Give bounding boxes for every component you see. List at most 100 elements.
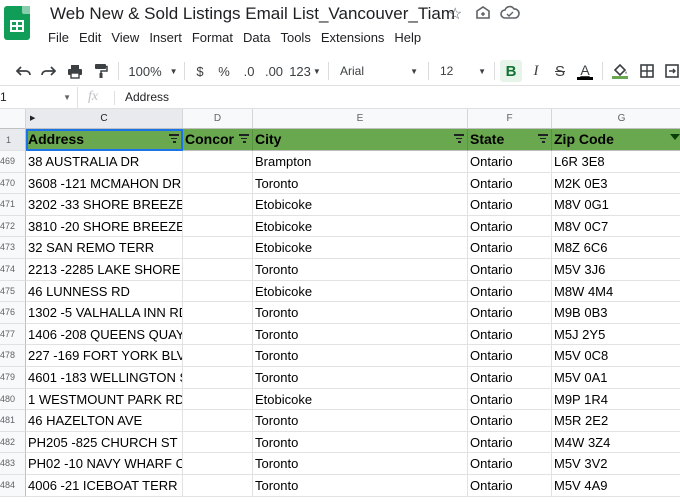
cell-concord[interactable] (183, 237, 253, 259)
cell-zip-code[interactable]: M2K 0E3 (552, 173, 680, 195)
percent-format-button[interactable]: % (214, 60, 234, 82)
menu-file[interactable]: File (48, 30, 77, 45)
formula-input[interactable]: Address (125, 87, 169, 108)
font-size-select[interactable]: 12 ▼ (436, 60, 490, 82)
cell-state[interactable]: Ontario (468, 475, 552, 497)
cell-address[interactable]: 3608 -121 MCMAHON DR (26, 172, 183, 195)
cell-concord[interactable] (183, 388, 253, 411)
row-header[interactable]: 478 (0, 345, 26, 367)
undo-icon[interactable] (14, 60, 34, 82)
cell-zip-code[interactable]: M9B 0B3 (552, 302, 680, 324)
cell-city[interactable]: Brampton (253, 151, 468, 173)
cell-address[interactable]: 1 WESTMOUNT PARK RD (26, 388, 183, 411)
cell-zip-code[interactable]: M8Z 6C6 (552, 237, 680, 259)
row-header[interactable]: 474 (0, 259, 26, 281)
cell-city[interactable]: Etobicoke (253, 237, 468, 259)
menu-data[interactable]: Data (243, 30, 278, 45)
sheets-logo-icon[interactable] (4, 6, 30, 40)
row-header[interactable]: 470 (0, 172, 26, 195)
cell-city[interactable]: Toronto (253, 302, 468, 324)
merge-cells-icon[interactable] (662, 60, 680, 82)
print-icon[interactable] (64, 60, 86, 82)
row-header[interactable]: 475 (0, 280, 26, 303)
filter-active-icon[interactable] (670, 134, 680, 140)
cell-state[interactable]: Ontario (468, 215, 552, 238)
cell-address[interactable]: 38 AUSTRALIA DR (26, 151, 183, 173)
cell-concord[interactable] (183, 367, 253, 389)
header-cell-zip-code[interactable]: Zip Code (552, 129, 680, 151)
cell-address[interactable]: PH205 -825 CHURCH ST (26, 431, 183, 454)
row-header[interactable]: 471 (0, 194, 26, 216)
cell-state[interactable]: Ontario (468, 172, 552, 195)
menu-format[interactable]: Format (192, 30, 241, 45)
cell-concord[interactable] (183, 215, 253, 238)
cell-zip-code[interactable]: M4W 3Z4 (552, 432, 680, 454)
cell-concord[interactable] (183, 194, 253, 216)
cell-city[interactable]: Toronto (253, 475, 468, 497)
row-header[interactable]: 1 (0, 129, 26, 151)
increase-decimal-button[interactable]: .00 (262, 60, 286, 82)
cell-city[interactable]: Toronto (253, 367, 468, 389)
cell-concord[interactable] (183, 259, 253, 281)
row-header[interactable]: 483 (0, 453, 26, 475)
strikethrough-button[interactable]: S (550, 60, 570, 82)
cell-address[interactable]: 1406 -208 QUEENS QUAY A (26, 323, 183, 346)
cell-state[interactable]: Ontario (468, 367, 552, 389)
star-icon[interactable]: ☆ (448, 4, 462, 24)
cell-state[interactable]: Ontario (468, 302, 552, 324)
cell-concord[interactable] (183, 280, 253, 303)
cell-city[interactable]: Toronto (253, 453, 468, 475)
menu-extensions[interactable]: Extensions (321, 30, 393, 45)
cell-state[interactable]: Ontario (468, 323, 552, 346)
currency-format-button[interactable]: $ (190, 60, 210, 82)
cell-zip-code[interactable]: M5V 3V2 (552, 453, 680, 475)
row-header[interactable]: 476 (0, 302, 26, 324)
cell-zip-code[interactable]: M5V 0A1 (552, 367, 680, 389)
cell-address[interactable]: 227 -169 FORT YORK BLVD (26, 345, 183, 367)
header-cell-city[interactable]: City (253, 129, 468, 151)
row-header[interactable]: 482 (0, 431, 26, 454)
cell-city[interactable]: Toronto (253, 259, 468, 281)
cell-concord[interactable] (183, 345, 253, 367)
move-icon[interactable] (474, 4, 492, 27)
filter-icon[interactable] (239, 134, 249, 143)
cell-state[interactable]: Ontario (468, 194, 552, 216)
menu-view[interactable]: View (111, 30, 147, 45)
cell-address[interactable]: 2213 -2285 LAKE SHORE BI (26, 259, 183, 281)
cell-zip-code[interactable]: M5J 2Y5 (552, 324, 680, 346)
cell-state[interactable]: Ontario (468, 151, 552, 173)
italic-button[interactable]: I (526, 60, 546, 82)
font-family-select[interactable]: Arial ▼ (336, 60, 422, 82)
document-title[interactable]: Web New & Sold Listings Email List_Vanco… (50, 4, 455, 24)
fill-color-icon[interactable] (608, 60, 632, 82)
menu-help[interactable]: Help (394, 30, 429, 45)
select-all-corner[interactable] (0, 109, 26, 129)
column-header-e[interactable]: E (253, 109, 468, 129)
cell-concord[interactable] (183, 431, 253, 454)
cell-zip-code[interactable]: M5V 4A9 (552, 475, 680, 497)
cell-city[interactable]: Etobicoke (253, 388, 468, 411)
cell-zip-code[interactable]: M8V 0C7 (552, 216, 680, 238)
cell-city[interactable]: Etobicoke (253, 194, 468, 216)
cell-zip-code[interactable]: L6R 3E8 (552, 151, 680, 173)
cell-zip-code[interactable]: M9P 1R4 (552, 389, 680, 411)
menu-insert[interactable]: Insert (149, 30, 190, 45)
cell-address[interactable]: 46 LUNNESS RD (26, 280, 183, 303)
row-header[interactable]: 473 (0, 237, 26, 259)
column-header-c[interactable]: ▶ C (26, 109, 183, 129)
cell-zip-code[interactable]: M5R 2E2 (552, 410, 680, 432)
collapse-arrow-icon[interactable]: ▶ (30, 109, 35, 129)
text-color-button[interactable]: A (574, 60, 596, 82)
row-header[interactable]: 477 (0, 323, 26, 346)
number-format-select[interactable]: 123 ▼ (288, 60, 322, 82)
menu-tools[interactable]: Tools (280, 30, 318, 45)
cell-state[interactable]: Ontario (468, 453, 552, 475)
cell-address[interactable]: 4601 -183 WELLINGTON ST (26, 367, 183, 389)
cell-city[interactable]: Etobicoke (253, 280, 468, 303)
cell-state[interactable]: Ontario (468, 259, 552, 281)
paint-format-icon[interactable] (90, 60, 112, 82)
cell-address[interactable]: PH02 -10 NAVY WHARF CR (26, 453, 183, 475)
cell-city[interactable]: Toronto (253, 323, 468, 346)
decrease-decimal-button[interactable]: .0 (238, 60, 260, 82)
cell-address[interactable]: 32 SAN REMO TERR (26, 237, 183, 259)
